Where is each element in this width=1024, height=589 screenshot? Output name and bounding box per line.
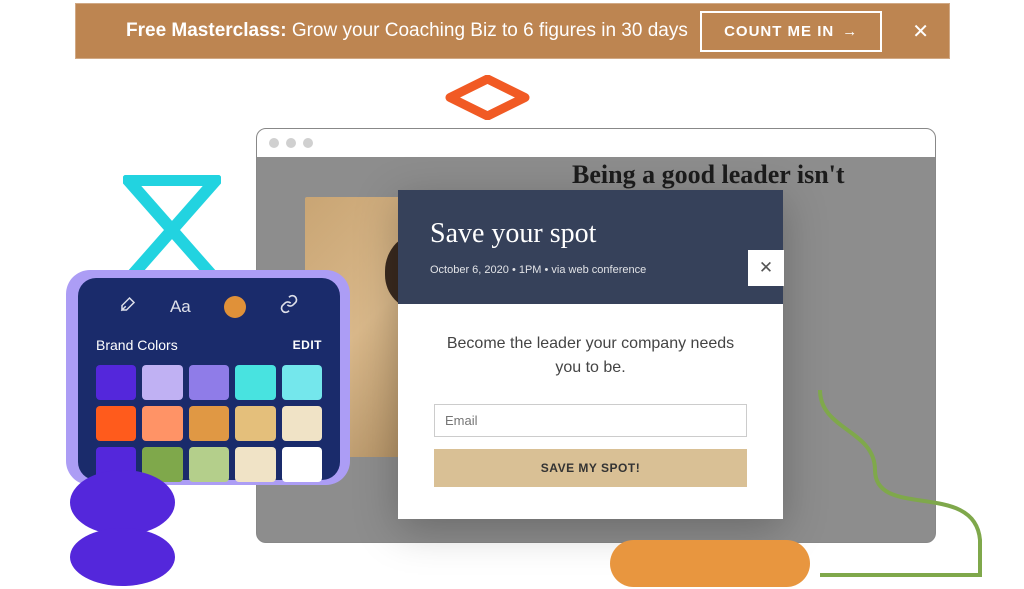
link-icon[interactable] [279,294,299,319]
popup-tagline: Become the leader your company needs you… [434,332,747,380]
brand-colors-label: Brand Colors [96,337,178,353]
swatch-grid [96,365,322,482]
cta-label: COUNT ME IN [724,23,834,40]
typography-tab[interactable]: Aa [170,297,191,317]
window-dot [303,138,313,148]
email-field[interactable] [434,404,747,437]
color-swatch[interactable] [189,365,229,400]
color-swatch[interactable] [142,406,182,441]
color-swatch[interactable] [189,447,229,482]
popup-meta: October 6, 2020 • 1PM • via web conferen… [430,264,751,276]
banner-rest: Grow your Coaching Biz to 6 figures in 3… [287,20,688,41]
popup-header: Save your spot October 6, 2020 • 1PM • v… [398,190,783,304]
color-swatch[interactable] [282,406,322,441]
popup-title: Save your spot [430,218,751,250]
signup-popup: Save your spot October 6, 2020 • 1PM • v… [398,190,783,519]
color-swatch[interactable] [189,406,229,441]
orange-pill-decoration [610,540,810,587]
window-dot [286,138,296,148]
banner-text: Free Masterclass: Grow your Coaching Biz… [96,20,700,42]
colors-tab-active[interactable] [224,296,246,318]
hourglass-decoration [123,175,221,285]
banner-bold: Free Masterclass: [126,20,287,41]
color-swatch[interactable] [96,406,136,441]
brand-colors-panel: Aa Brand Colors EDIT [78,278,340,480]
brush-icon[interactable] [119,295,137,318]
color-swatch[interactable] [142,365,182,400]
diamond-decoration [445,75,530,120]
popup-body: Become the leader your company needs you… [398,304,783,519]
count-me-in-button[interactable]: COUNT ME IN → [700,11,882,52]
arrow-right-icon: → [842,23,858,40]
promo-banner: Free Masterclass: Grow your Coaching Biz… [75,3,950,59]
color-swatch[interactable] [235,406,275,441]
browser-chrome [257,129,935,157]
close-icon[interactable]: ✕ [912,19,929,44]
popup-close-button[interactable]: ✕ [748,250,784,286]
color-swatch[interactable] [96,365,136,400]
edit-button[interactable]: EDIT [293,338,322,352]
purple-blob-decoration [70,470,175,535]
green-squiggle-decoration [815,380,1015,580]
color-swatch[interactable] [282,447,322,482]
color-swatch[interactable] [235,365,275,400]
color-swatch[interactable] [235,447,275,482]
panel-tabs: Aa [96,294,322,319]
window-dot [269,138,279,148]
purple-blob-decoration [70,528,175,586]
color-swatch[interactable] [282,365,322,400]
panel-header-row: Brand Colors EDIT [96,337,322,353]
save-my-spot-button[interactable]: SAVE MY SPOT! [434,449,747,487]
